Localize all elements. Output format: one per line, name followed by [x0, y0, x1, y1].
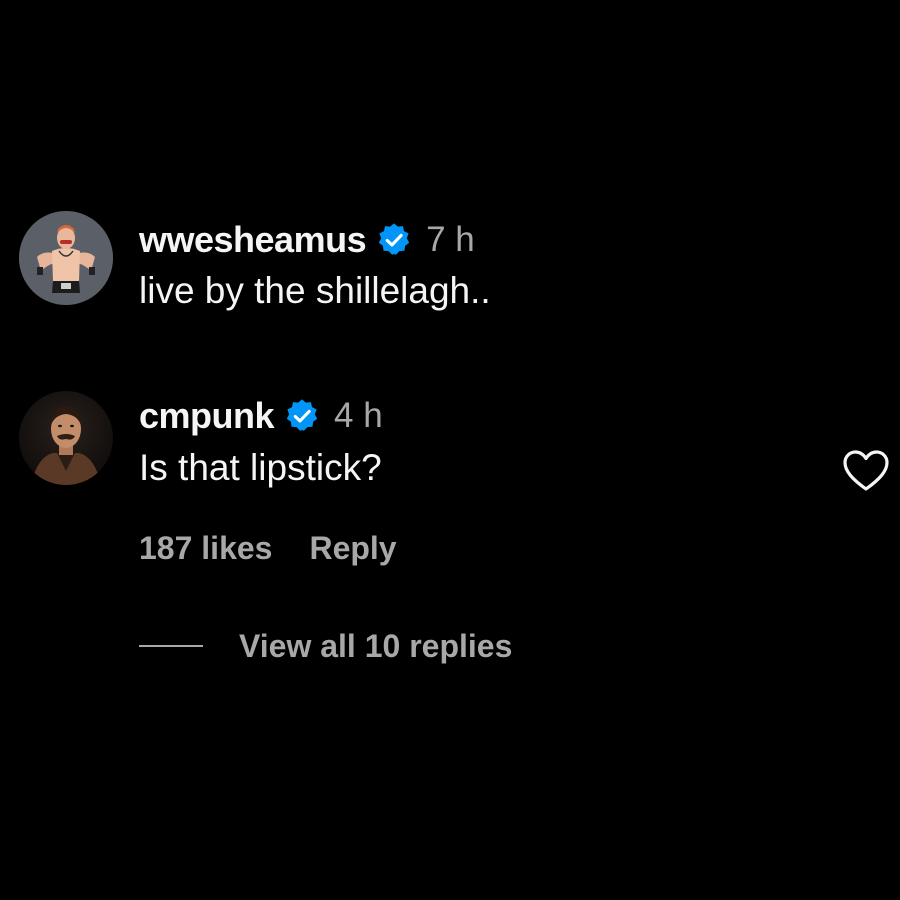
heart-outline-icon[interactable]: [842, 449, 890, 493]
man-with-mustache-avatar-image: [19, 391, 113, 485]
comment-text: live by the shillelagh..: [139, 270, 491, 311]
comment-header: cmpunk 4 h: [139, 393, 383, 439]
timestamp: 4 h: [334, 396, 383, 435]
wrestler-avatar-image: [19, 211, 113, 305]
likes-count[interactable]: 187 likes: [139, 530, 272, 567]
comment-actions: 187 likes Reply: [139, 526, 397, 570]
view-replies-label: View all 10 replies: [239, 627, 513, 664]
avatar[interactable]: [19, 391, 113, 485]
reply-button[interactable]: Reply: [309, 530, 396, 567]
view-replies-button[interactable]: View all 10 replies: [139, 624, 512, 668]
comment-header: wwesheamus 7 h: [139, 217, 475, 263]
comment-text: Is that lipstick?: [139, 447, 382, 488]
username[interactable]: wwesheamus: [139, 219, 367, 261]
timestamp: 7 h: [426, 220, 475, 259]
avatar[interactable]: [19, 211, 113, 305]
verified-badge-icon: [376, 222, 412, 258]
verified-badge-icon: [284, 398, 320, 434]
username[interactable]: cmpunk: [139, 395, 275, 437]
divider-line: [139, 645, 203, 647]
